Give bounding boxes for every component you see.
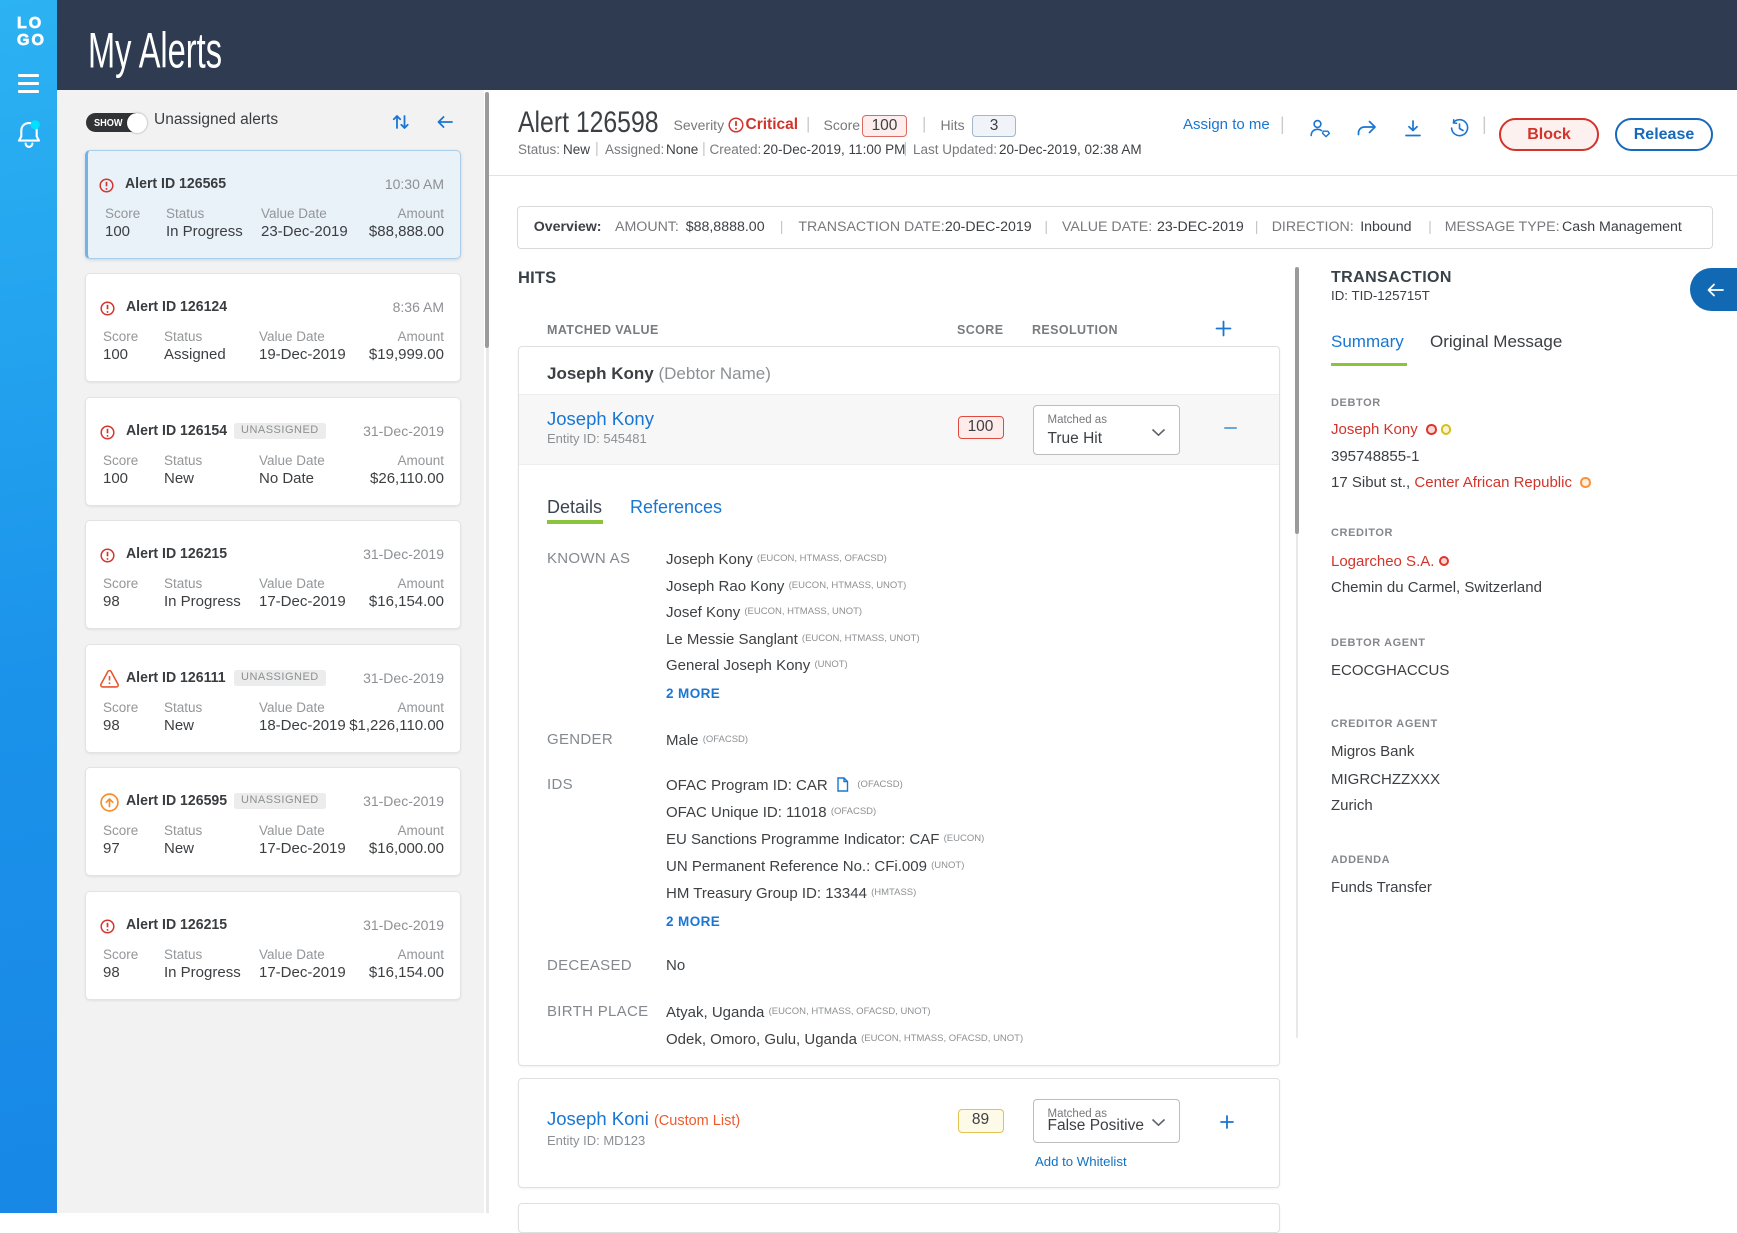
- svg-text:My Alerts: My Alerts: [88, 22, 222, 79]
